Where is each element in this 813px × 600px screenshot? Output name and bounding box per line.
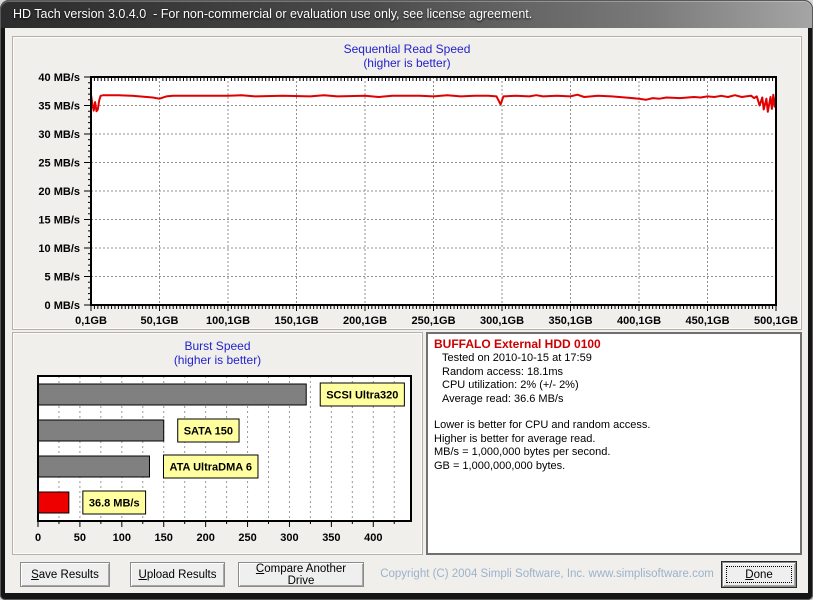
burst-chart-title: Burst Speed: [184, 339, 251, 353]
burst-speed-svg: SCSI Ultra320 SATA 150 ATA UltraDMA 6 36.8 …: [35, 375, 412, 544]
svg-text:SATA 150: SATA 150: [184, 426, 233, 438]
svg-text:150,1GB: 150,1GB: [274, 315, 318, 327]
svg-text:200: 200: [196, 532, 214, 544]
sequential-read-chart: 0 MB/s 5 MB/s 10 MB/s 15 MB/s 20 MB/s 25 MB/s…: [13, 70, 803, 331]
svg-text:0 MB/s: 0 MB/s: [45, 300, 80, 312]
svg-text:10 MB/s: 10 MB/s: [38, 243, 80, 255]
svg-text:20 MB/s: 20 MB/s: [38, 186, 80, 198]
svg-text:30 MB/s: 30 MB/s: [38, 129, 80, 141]
window-title: HD Tach version 3.0.4.0 - For non-commer…: [13, 7, 533, 21]
sequential-chart-subtitle: (higher is better): [363, 56, 451, 70]
svg-text:250,1GB: 250,1GB: [411, 315, 455, 327]
hd-tach-window: HD Tach version 3.0.4.0 - For non-commer…: [0, 0, 813, 600]
svg-text:500,1GB: 500,1GB: [754, 315, 798, 327]
svg-text:100,1GB: 100,1GB: [206, 315, 250, 327]
sequential-read-svg: 0 MB/s 5 MB/s 10 MB/s 15 MB/s 20 MB/s 25 MB/s…: [38, 72, 798, 327]
done-label: Done: [745, 568, 773, 581]
svg-text:25 MB/s: 25 MB/s: [38, 158, 80, 170]
burst-bar-0: [37, 383, 307, 406]
svg-text:15 MB/s: 15 MB/s: [38, 215, 80, 227]
note-gb-definition: GB = 1,000,000,000 bytes.: [434, 459, 566, 472]
svg-text:450,1GB: 450,1GB: [685, 315, 729, 327]
results-info-panel: BUFFALO External HDD 0100 Tested on 2010…: [426, 332, 802, 555]
svg-text:300,1GB: 300,1GB: [480, 315, 524, 327]
client-area: Sequential Read Speed (higher is better)…: [5, 28, 808, 593]
burst-bar-1: [37, 419, 165, 442]
svg-text:0: 0: [35, 532, 41, 544]
svg-text:5 MB/s: 5 MB/s: [45, 272, 80, 284]
svg-text:35 MB/s: 35 MB/s: [38, 101, 80, 113]
svg-text:400,1GB: 400,1GB: [617, 315, 661, 327]
svg-text:40 MB/s: 40 MB/s: [38, 72, 80, 84]
burst-bar-2: [37, 455, 150, 478]
burst-speed-chart: SCSI Ultra320 SATA 150 ATA UltraDMA 6 36.8 …: [15, 369, 421, 554]
burst-chart-subtitle: (higher is better): [173, 353, 262, 367]
tested-on-line: Tested on 2010-10-15 at 17:59: [442, 352, 592, 364]
info-gap: [434, 406, 794, 419]
svg-text:0,1GB: 0,1GB: [75, 315, 107, 327]
cpu-utilization-line: CPU utilization: 2% (+/- 2%): [442, 379, 579, 391]
average-read-line: Average read: 36.6 MB/s: [442, 392, 564, 405]
svg-text:400: 400: [364, 532, 382, 544]
svg-text:100: 100: [113, 532, 131, 544]
compare-another-drive-button[interactable]: Compare Another Drive: [238, 562, 364, 587]
sequential-read-panel: Sequential Read Speed (higher is better)…: [12, 36, 802, 330]
svg-text:300: 300: [280, 532, 298, 544]
svg-text:SCSI Ultra320: SCSI Ultra320: [326, 390, 398, 402]
drive-name: BUFFALO External HDD 0100: [434, 337, 601, 351]
svg-text:350,1GB: 350,1GB: [548, 315, 592, 327]
svg-text:50: 50: [74, 532, 86, 544]
svg-text:50,1GB: 50,1GB: [141, 315, 179, 327]
svg-text:250: 250: [238, 532, 256, 544]
copyright-text: Copyright (C) 2004 Simpli Software, Inc.…: [380, 568, 714, 580]
sequential-chart-title: Sequential Read Speed: [343, 42, 471, 56]
title-bar[interactable]: HD Tach version 3.0.4.0 - For non-commer…: [1, 1, 812, 28]
upload-results-label: Upload Results: [138, 568, 217, 581]
burst-bar-3: [37, 491, 70, 514]
compare-another-drive-label: Compare Another Drive: [255, 562, 347, 587]
done-button[interactable]: Done: [721, 561, 797, 588]
random-access-line: Random access: 18.1ms: [442, 365, 564, 378]
save-results-button[interactable]: Save Results: [20, 562, 110, 587]
note-mbs-definition: MB/s = 1,000,000 bytes per second.: [434, 446, 611, 458]
note-lower-better: Lower is better for CPU and random acces…: [434, 419, 651, 431]
upload-results-button[interactable]: Upload Results: [130, 562, 225, 587]
note-higher-better: Higher is better for average read.: [434, 432, 596, 445]
save-results-label: Save Results: [31, 568, 99, 581]
svg-text:ATA UltraDMA 6: ATA UltraDMA 6: [169, 462, 252, 474]
svg-text:200,1GB: 200,1GB: [343, 315, 387, 327]
svg-text:150: 150: [155, 532, 173, 544]
burst-speed-panel: Burst Speed (higher is better) SCSI Ultr…: [12, 332, 423, 555]
svg-text:36.8 MB/s: 36.8 MB/s: [89, 498, 140, 510]
svg-text:350: 350: [322, 532, 340, 544]
